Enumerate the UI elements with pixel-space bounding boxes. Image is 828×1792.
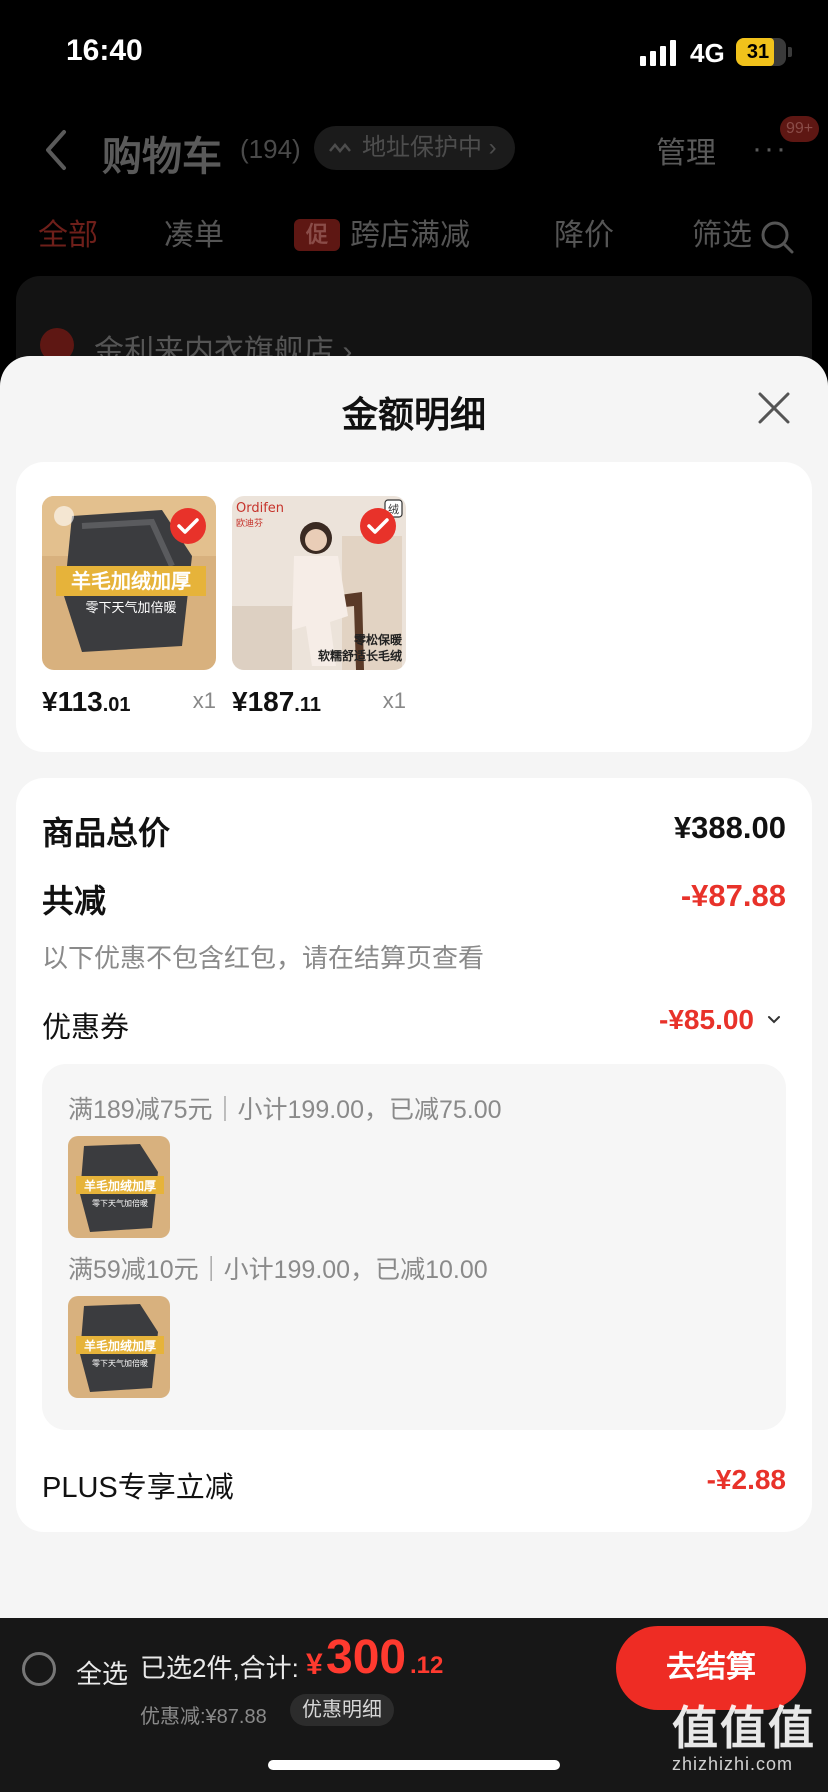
chevron-right-icon: ›: [488, 134, 497, 161]
coupon-value[interactable]: -¥85.00: [659, 1004, 754, 1036]
network-type: 4G: [690, 38, 725, 68]
discount-detail-button[interactable]: 优惠明细: [290, 1694, 394, 1726]
signal-icon: [640, 40, 676, 66]
watermark-logo: 值值值: [672, 1702, 816, 1754]
chevron-down-icon[interactable]: [766, 1012, 782, 1028]
battery-icon: 31: [736, 38, 792, 66]
brand-logo-cn: 欧迪芬: [236, 517, 263, 529]
coupon-detail-box: 满189减75元｜小计199.00，已减75.00 羊毛加绒加厚 零下天气加倍暖…: [42, 1064, 786, 1430]
status-bar: 16:40 4G 31: [0, 0, 828, 104]
plus-discount-value: -¥2.88: [706, 1464, 786, 1495]
total-amount: 300: [326, 1631, 407, 1684]
tab-bundle[interactable]: 凑单: [164, 210, 224, 254]
plus-discount-label: PLUS专享立减: [42, 1472, 234, 1504]
saving-amount: 优惠减:¥87.88: [140, 1706, 267, 1728]
coupon-rule: 满59减10元｜小计199.00，已减10.00: [68, 1256, 488, 1284]
coupon-product-image: 羊毛加绒加厚 零下天气加倍暖: [68, 1136, 170, 1238]
coupon-thumb-sub: 零下天气加倍暖: [92, 1198, 148, 1208]
total-price-value: ¥388.00: [673, 810, 786, 845]
product-quantity: x1: [382, 688, 406, 713]
products-card: 羊毛加绒加厚 零下天气加倍暖 ¥113.01 x1 Ordifen 欧迪芬 绒 …: [16, 462, 812, 752]
cart-tabs: 全部 凑单 促跨店满减 降价 筛选: [0, 210, 828, 260]
coupon-thumb-main: 羊毛加绒加厚: [84, 1178, 156, 1193]
discount-label: 共减: [42, 883, 107, 919]
amount-detail-sheet: 金额明细 羊毛加绒加厚 零下天气加倍暖 ¥113.01 x1 Ordifen 欧…: [0, 356, 828, 1618]
tab-cross-store[interactable]: 促跨店满减: [294, 210, 470, 254]
cart-page-background: 购物车 (194) 地址保护中 › 管理 ··· 99+ 全部 凑单 促跨店满减…: [0, 104, 828, 396]
total-price-label: 商品总价: [42, 815, 171, 851]
home-indicator[interactable]: [268, 1760, 560, 1770]
selection-summary: 已选2件,合计:: [140, 1653, 299, 1683]
coupon-thumb-main: 羊毛加绒加厚: [84, 1338, 156, 1353]
select-all-label[interactable]: 全选: [76, 1654, 128, 1691]
product-overlay-sub: 零下天气加倍暖: [85, 600, 176, 616]
address-protection-pill[interactable]: 地址保护中 ›: [314, 126, 515, 170]
product-image[interactable]: 羊毛加绒加厚 零下天气加倍暖: [42, 496, 216, 670]
product-price: ¥187.11: [232, 686, 321, 717]
coupon-thumb-sub: 零下天气加倍暖: [92, 1358, 148, 1368]
checkmark-icon[interactable]: [360, 508, 396, 544]
battery-level: 31: [746, 41, 770, 63]
product-image[interactable]: Ordifen 欧迪芬 绒 零松保暖 软糯舒适长毛绒: [232, 496, 406, 670]
select-all-radio[interactable]: [22, 1652, 56, 1686]
back-arrow-icon[interactable]: [36, 122, 76, 178]
promo-tag: 促: [294, 219, 340, 251]
tab-all[interactable]: 全部: [38, 210, 98, 254]
address-protection-label: 地址保护中: [362, 134, 482, 161]
product-caption-2: 软糯舒适长毛绒: [318, 648, 402, 663]
discount-note: 以下优惠不包含红包，请在结算页查看: [42, 943, 485, 973]
message-badge: 99+: [780, 116, 820, 142]
sheet-title: 金额明细: [341, 394, 486, 435]
product-item[interactable]: Ordifen 欧迪芬 绒 零松保暖 软糯舒适长毛绒 ¥187.11 x1: [232, 496, 406, 717]
watermark-url: zhizhizhi.com: [672, 1754, 794, 1774]
close-icon[interactable]: [752, 386, 796, 430]
total-currency: ¥: [306, 1648, 323, 1681]
cart-title: 购物车: [102, 135, 222, 179]
checkout-bar: 全选 已选2件,合计: ¥ 300 .12 优惠减:¥87.88 优惠明细 去结…: [0, 1618, 828, 1792]
tab-cross-store-label: 跨店满减: [350, 219, 470, 252]
discount-value: -¥87.88: [680, 878, 786, 913]
product-caption-1: 零松保暖: [353, 632, 403, 647]
product-overlay-main: 羊毛加绒加厚: [71, 569, 191, 593]
product-item[interactable]: 羊毛加绒加厚 零下天气加倍暖 ¥113.01 x1: [42, 496, 216, 717]
status-time: 16:40: [66, 34, 143, 67]
checkout-button[interactable]: 去结算: [616, 1626, 806, 1710]
product-quantity: x1: [192, 688, 216, 713]
total-decimal: .12: [410, 1652, 444, 1679]
wave-icon: [329, 143, 351, 153]
price-detail-card: 商品总价 ¥388.00 共减 -¥87.88 以下优惠不包含红包，请在结算页查…: [16, 778, 812, 1532]
brand-logo: Ordifen: [236, 501, 284, 516]
coupon-label: 优惠券: [42, 1012, 130, 1044]
product-price: ¥113.01: [42, 686, 131, 717]
manage-button[interactable]: 管理: [656, 128, 716, 172]
tab-price-drop[interactable]: 降价: [554, 210, 614, 254]
cart-count: (194): [240, 134, 301, 164]
checkmark-icon[interactable]: [170, 508, 206, 544]
tab-filter[interactable]: 筛选: [692, 210, 752, 254]
search-icon[interactable]: [760, 220, 794, 254]
coupon-product-image: 羊毛加绒加厚 零下天气加倍暖: [68, 1296, 170, 1398]
coupon-rule: 满189减75元｜小计199.00，已减75.00: [68, 1096, 502, 1124]
watermark: 值值值 zhizhizhi.com: [672, 1702, 822, 1775]
